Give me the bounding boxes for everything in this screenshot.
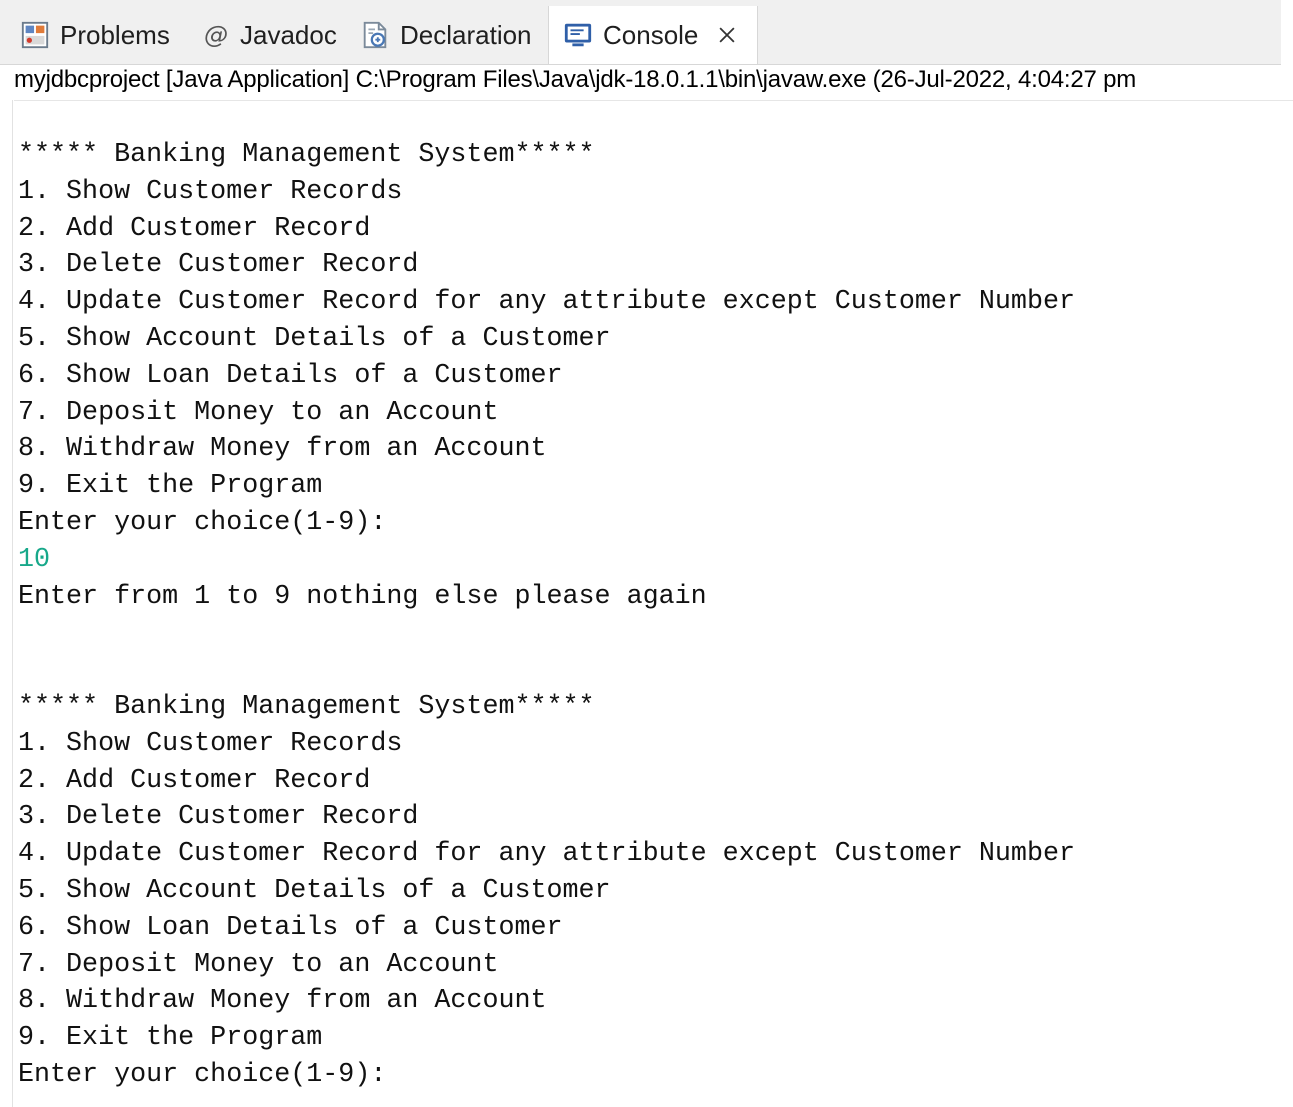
tab-console-label: Console	[603, 19, 699, 50]
close-icon[interactable]	[716, 24, 738, 46]
menu-option-4: 4. Update Customer Record for any attrib…	[18, 287, 1075, 318]
menu-option-4: 4. Update Customer Record for any attrib…	[18, 839, 1075, 870]
tab-javadoc[interactable]: @ Javadoc	[204, 10, 337, 60]
menu-option-9: 9. Exit the Program	[18, 471, 323, 502]
user-input-line: 10	[18, 544, 51, 575]
menu-option-1: 1. Show Customer Records	[18, 728, 403, 759]
console-header: ***** Banking Management System*****	[18, 140, 595, 170]
menu-option-9: 9. Exit the Program	[18, 1023, 323, 1054]
menu-option-7: 7. Deposit Money to an Account	[18, 949, 499, 980]
menu-option-8: 8. Withdraw Money from an Account	[18, 986, 547, 1017]
menu-option-7: 7. Deposit Money to an Account	[18, 397, 499, 428]
tab-declaration-label: Declaration	[400, 19, 532, 50]
view-tab-bar: Problems @ Javadoc Declaration Console	[0, 0, 1281, 65]
console-left-border	[12, 100, 13, 1107]
console-header: ***** Banking Management System*****	[18, 691, 595, 722]
tab-declaration[interactable]: Declaration	[360, 10, 532, 60]
menu-option-6: 6. Show Loan Details of a Customer	[18, 912, 563, 943]
menu-option-3: 3. Delete Customer Record	[18, 250, 419, 281]
javadoc-at-icon: @	[204, 21, 228, 49]
menu-option-5: 5. Show Account Details of a Customer	[18, 875, 611, 906]
menu-option-2: 2. Add Customer Record	[18, 765, 371, 796]
tab-console[interactable]: Console	[548, 6, 758, 64]
console-output[interactable]: ***** Banking Management System***** 1. …	[18, 137, 1075, 1094]
problems-icon	[21, 21, 49, 49]
launch-description: myjdbcproject [Java Application] C:\Prog…	[14, 64, 1293, 101]
tab-problems[interactable]: Problems	[20, 10, 170, 60]
choice-prompt: Enter your choice(1-9):	[18, 507, 387, 538]
choice-prompt: Enter your choice(1-9):	[18, 1059, 387, 1090]
tab-javadoc-label: Javadoc	[240, 19, 337, 50]
menu-option-6: 6. Show Loan Details of a Customer	[18, 360, 563, 391]
tab-problems-label: Problems	[60, 19, 170, 50]
menu-option-8: 8. Withdraw Money from an Account	[18, 434, 547, 465]
console-icon	[564, 23, 592, 47]
menu-option-3: 3. Delete Customer Record	[18, 802, 419, 833]
menu-option-2: 2. Add Customer Record	[18, 213, 371, 244]
menu-option-1: 1. Show Customer Records	[18, 176, 403, 207]
declaration-icon	[363, 21, 387, 49]
error-message: Enter from 1 to 9 nothing else please ag…	[18, 581, 707, 612]
menu-option-5: 5. Show Account Details of a Customer	[18, 323, 611, 354]
